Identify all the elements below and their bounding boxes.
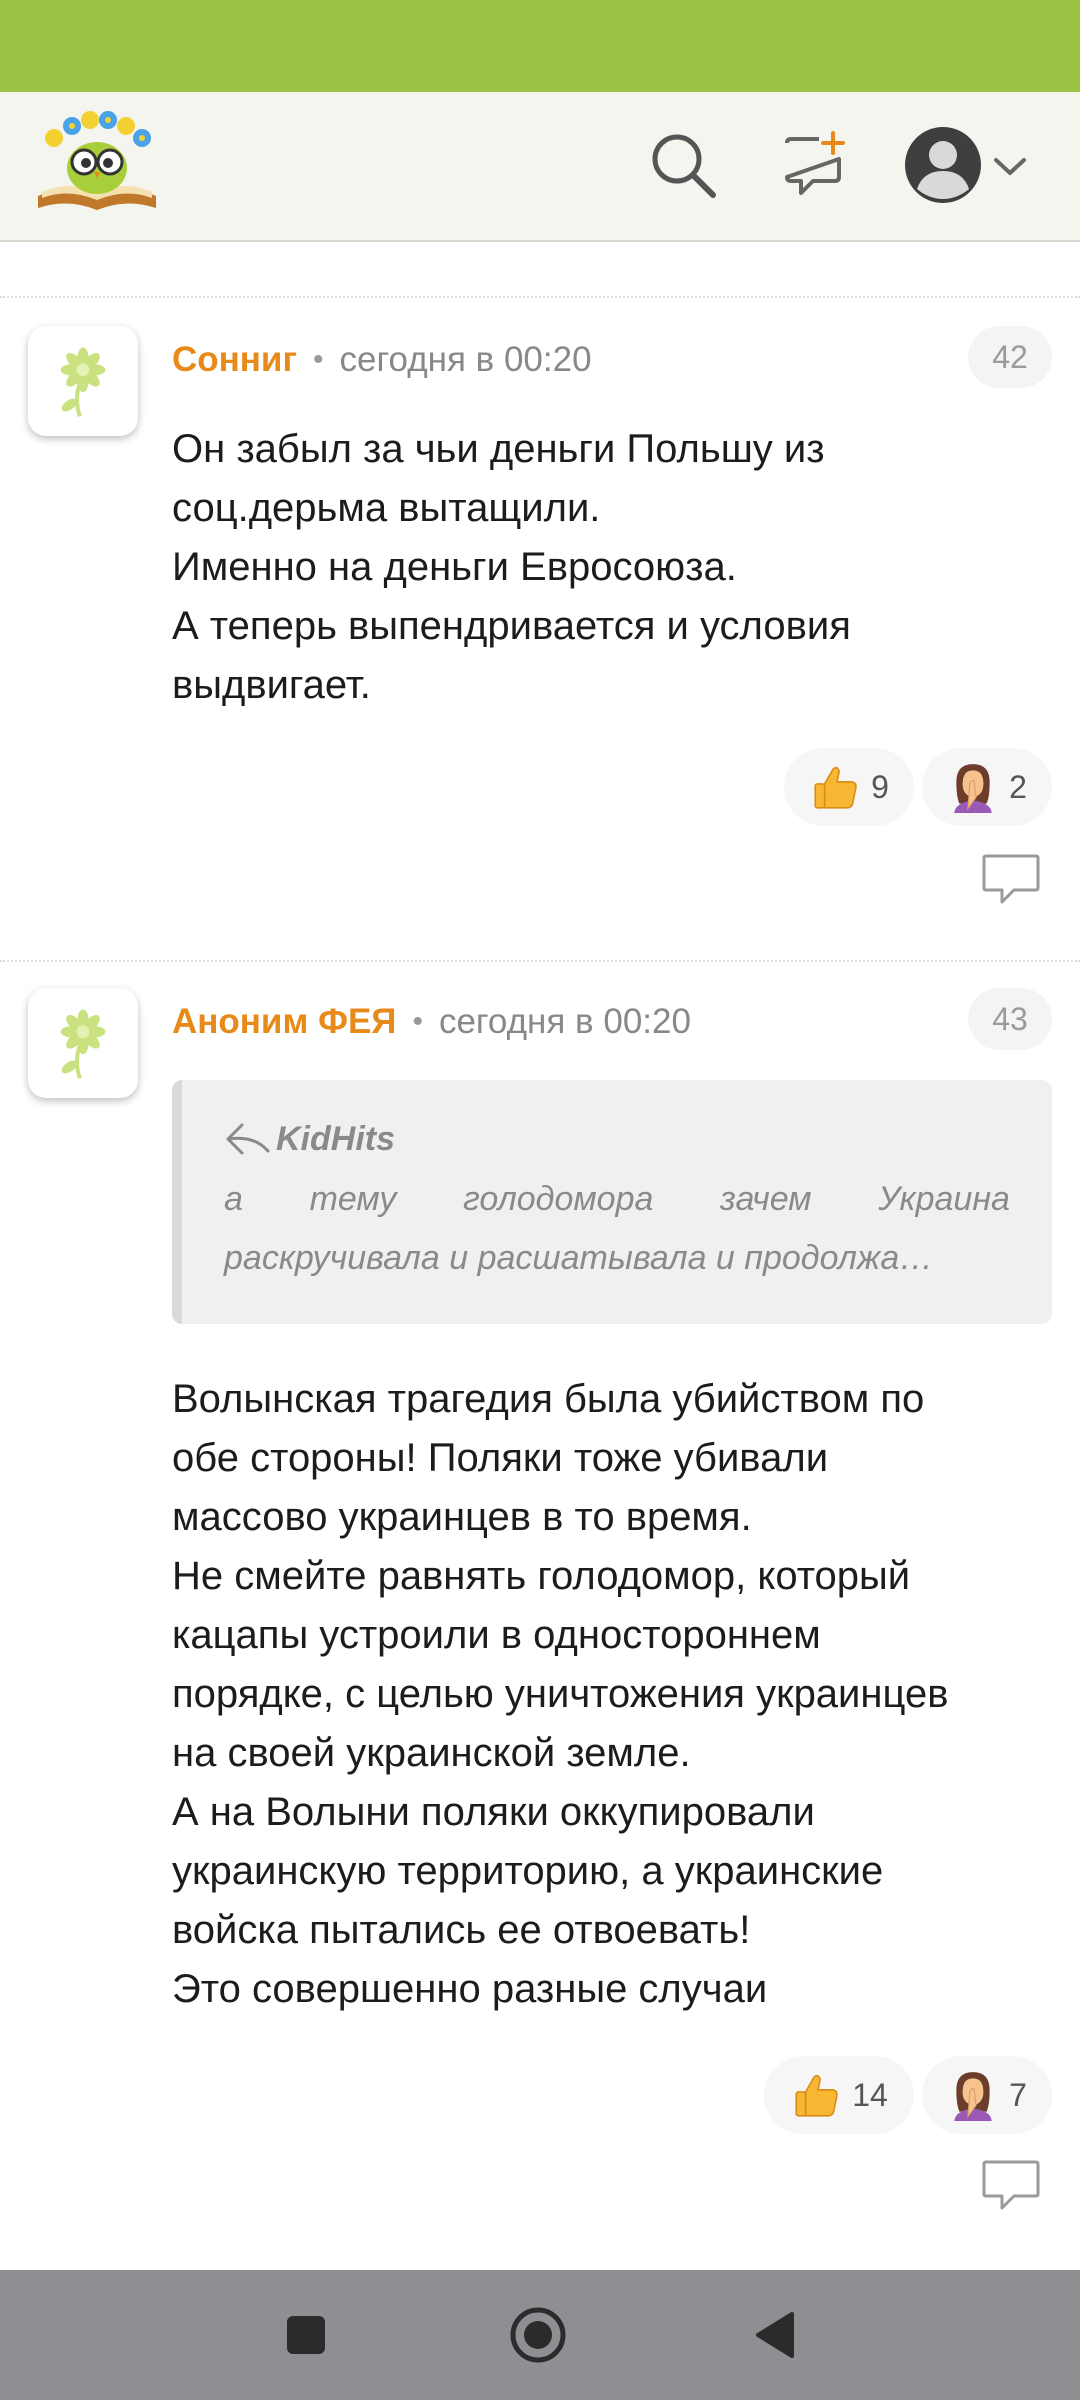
reply-bubble-icon [980,2158,1042,2214]
comment-time: сегодня в 00:20 [438,1002,691,1041]
quote-word: зачем [720,1180,812,1218]
comment-text: Волынская трагедия была убийством по обе… [172,1370,1052,2019]
avatar[interactable] [28,326,138,436]
text-line: Волынская трагедия была убийством по [172,1377,925,1421]
profile-avatar-icon [903,125,983,210]
like-button[interactable]: 14 [764,2056,914,2134]
facepalm-count: 7 [1009,2076,1027,2113]
quote-text: а тему голодомора зачем Украина раскручи… [224,1170,1010,1288]
search-button[interactable] [638,122,728,212]
system-nav-bar [0,2270,1080,2400]
app-header [0,92,1080,242]
meta-dot: • [412,1005,423,1038]
search-icon [647,129,719,206]
comment-number[interactable]: 43 [968,988,1052,1050]
square-icon [287,2316,325,2354]
meta-dot: • [313,343,324,376]
text-line: соц.дерьма вытащили. [172,486,601,530]
profile-menu-button[interactable] [900,122,1030,212]
status-bar [0,0,1080,92]
text-line: Он забыл за чьи деньги Польшу из [172,427,825,471]
quote-line: а тему голодомора зачем Украина [224,1170,1010,1229]
facepalm-button[interactable]: 7 [922,2056,1052,2134]
comment-number[interactable]: 42 [968,326,1052,388]
quote-word: Украина [878,1180,1010,1218]
daisy-flower-icon [43,341,123,421]
circle-icon [510,2307,566,2363]
like-count: 9 [871,768,889,805]
avatar[interactable] [28,988,138,1098]
text-line: выдвигает. [172,663,371,707]
separator [0,960,1080,962]
separator [0,296,1080,298]
facepalm-count: 2 [1009,768,1027,805]
comment-author[interactable]: Аноним ФЕЯ [172,1002,396,1042]
reply-bubble-icon [980,852,1042,908]
text-line: А на Волыни поляки оккупировали [172,1790,815,1834]
comment-meta: Аноним ФЕЯ • сегодня в 00:20 [172,998,691,1046]
facepalm-icon [947,761,999,813]
quoted-reply[interactable]: KidHits а тему голодомора зачем Украина … [172,1080,1052,1324]
text-line: кацапы устроили в одностороннем [172,1613,821,1657]
text-line: массово украинцев в то время. [172,1495,752,1539]
quote-line: раскручивала и расшатывала и продолжа… [224,1239,934,1277]
facepalm-button[interactable]: 2 [922,748,1052,826]
like-count: 14 [852,2076,888,2113]
reply-button[interactable] [980,852,1042,908]
daisy-flower-icon [43,1003,123,1083]
triangle-back-icon [756,2312,794,2358]
home-button[interactable] [508,2305,568,2365]
quote-author: KidHits [276,1119,395,1158]
text-line: обе стороны! Поляки тоже убивали [172,1436,829,1480]
text-line: А теперь выпендривается и условия [172,604,851,648]
facepalm-icon [947,2069,999,2121]
text-line: Именно на деньги Евросоюза. [172,545,737,589]
new-post-button[interactable] [770,122,860,212]
reply-arrow-icon [224,1121,272,1157]
thumbs-up-icon [809,761,861,813]
quote-word: тему [309,1180,397,1218]
comment-text: Он забыл за чьи деньги Польшу из соц.дер… [172,420,1052,715]
quote-word: голодомора [463,1180,654,1218]
comment-time: сегодня в 00:20 [339,340,592,379]
recents-button[interactable] [276,2305,336,2365]
owl-logo-icon[interactable] [32,106,162,218]
text-line: Это совершенно разные случаи [172,1967,768,2011]
comment-author[interactable]: Сонниг [172,340,297,380]
text-line: украинскую территорию, а украинские [172,1849,884,1893]
comment-meta: Сонниг • сегодня в 00:20 [172,336,592,384]
reply-button[interactable] [980,2158,1042,2214]
text-line: Не смейте равнять голодомор, который [172,1554,911,1598]
like-button[interactable]: 9 [784,748,914,826]
quote-word: а [224,1180,243,1218]
new-message-icon [779,129,851,206]
quote-header: KidHits [224,1114,1010,1164]
text-line: на своей украинской земле. [172,1731,691,1775]
back-button[interactable] [744,2305,804,2365]
thumbs-up-icon [790,2069,842,2121]
chevron-down-icon [993,157,1027,177]
text-line: порядке, с целью уничтожения украинцев [172,1672,949,1716]
text-line: войска пытались ее отвоевать! [172,1908,751,1952]
